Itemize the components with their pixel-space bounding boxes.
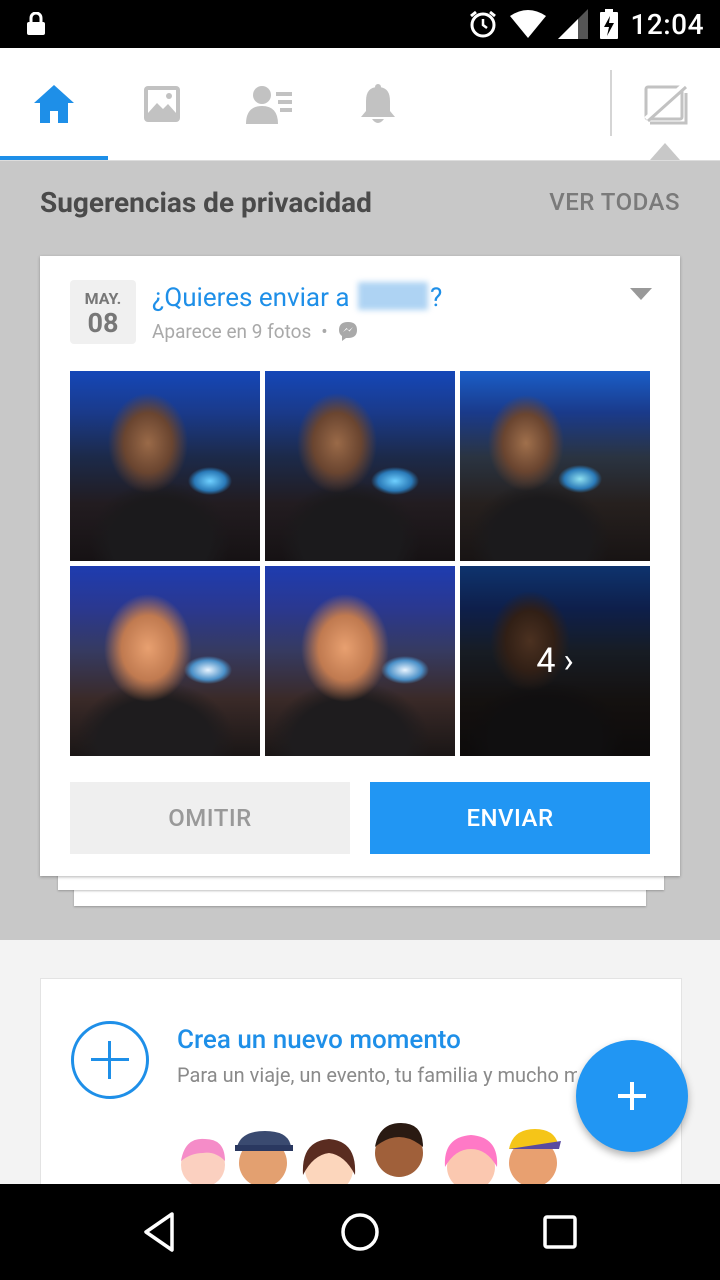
tab-contacts[interactable] xyxy=(216,48,324,160)
back-icon[interactable] xyxy=(136,1208,184,1256)
add-fab-button[interactable] xyxy=(576,1040,688,1152)
photo-thumbnail[interactable] xyxy=(70,566,260,756)
photo-thumbnail[interactable] xyxy=(70,371,260,561)
home-icon xyxy=(34,85,74,123)
messenger-icon xyxy=(338,322,357,341)
suggestion-title[interactable]: ¿Quieres enviar a ? xyxy=(152,282,442,313)
cell-signal-icon xyxy=(558,9,589,39)
separator-dot: • xyxy=(321,320,328,343)
see-all-link[interactable]: VER TODAS xyxy=(549,188,680,216)
date-month: MAY. xyxy=(84,289,122,308)
photo-thumbnail[interactable] xyxy=(265,371,455,561)
photos-sync-off-icon xyxy=(644,83,688,125)
contacts-icon xyxy=(246,86,292,124)
suggestion-title-suffix: ? xyxy=(429,283,443,313)
section-title: Sugerencias de privacidad xyxy=(40,186,372,219)
skip-button[interactable]: OMITIR xyxy=(70,782,350,854)
alarm-icon xyxy=(470,10,497,38)
wifi-icon xyxy=(510,10,547,38)
suggestion-title-prefix: ¿Quieres enviar a xyxy=(152,283,350,313)
photo-thumbnail[interactable] xyxy=(460,371,650,561)
home-circle-icon[interactable] xyxy=(336,1208,384,1256)
add-circle-icon xyxy=(71,1021,149,1099)
photo-icon xyxy=(144,86,180,122)
send-button[interactable]: ENVIAR xyxy=(370,782,650,854)
top-tab-bar xyxy=(0,48,720,161)
create-moment-subtitle: Para un viaje, un evento, tu familia y m… xyxy=(177,1063,577,1087)
photo-count-text: Aparece en 9 fotos xyxy=(152,320,312,343)
clock-time: 12:04 xyxy=(630,7,704,41)
photo-grid: 4 › xyxy=(70,371,650,756)
more-photos-count: 4 xyxy=(536,641,556,681)
blurred-contact-name xyxy=(357,282,428,310)
privacy-suggestions-header: Sugerencias de privacidad VER TODAS xyxy=(40,186,680,228)
more-photos-tile[interactable]: 4 › xyxy=(460,566,650,756)
chevron-right-icon: › xyxy=(563,641,574,681)
more-photos-overlay: 4 › xyxy=(460,566,650,756)
status-bar: 12:04 xyxy=(0,0,720,48)
tab-home[interactable] xyxy=(0,48,108,160)
tab-pointer-caret xyxy=(650,143,680,160)
privacy-suggestion-card: MAY. 08 ¿Quieres enviar a ? Aparece en 9… xyxy=(40,256,680,876)
lock-icon xyxy=(27,12,45,35)
android-nav-bar xyxy=(0,1184,720,1280)
date-day: 08 xyxy=(87,307,119,339)
create-moment-title: Crea un nuevo momento xyxy=(177,1025,461,1055)
tab-notifications[interactable] xyxy=(324,48,432,160)
suggestion-subtitle: Aparece en 9 fotos • xyxy=(152,320,358,343)
battery-charging-icon xyxy=(600,9,619,39)
date-badge: MAY. 08 xyxy=(70,280,136,344)
card-menu-chevron-icon[interactable] xyxy=(630,288,652,300)
recent-apps-icon[interactable] xyxy=(536,1208,584,1256)
photo-thumbnail[interactable] xyxy=(265,566,455,756)
illustrated-people-image xyxy=(181,1123,561,1185)
tab-photos[interactable] xyxy=(108,48,216,160)
bell-icon xyxy=(361,84,395,123)
